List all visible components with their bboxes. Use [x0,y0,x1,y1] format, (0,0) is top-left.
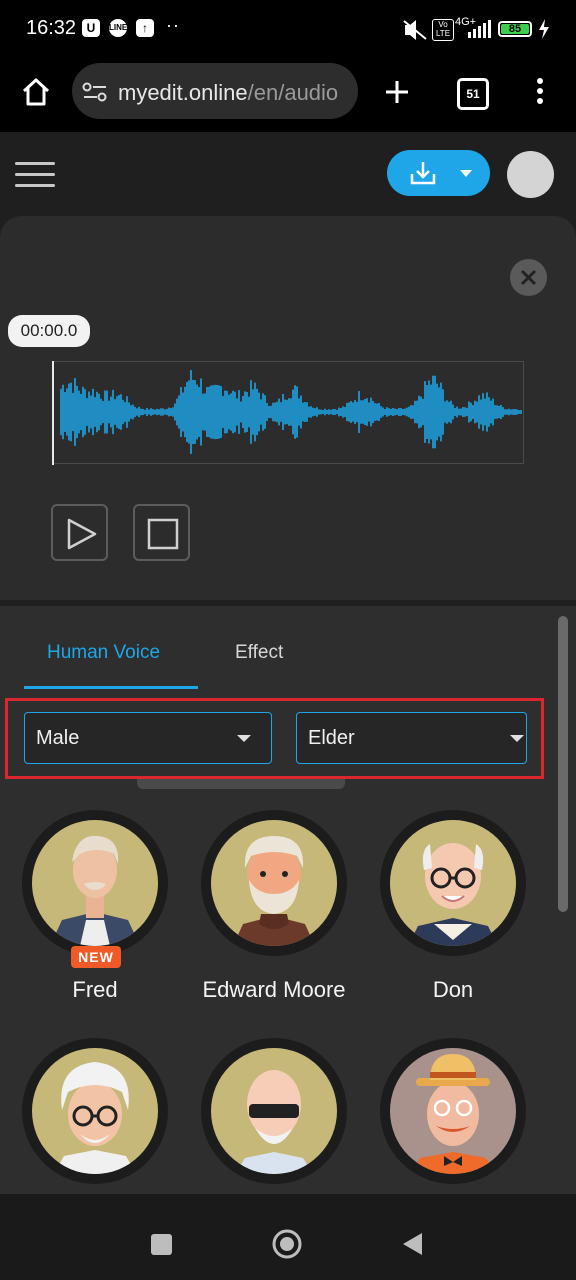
battery-icon: 85 [498,21,532,37]
new-tab-icon[interactable] [383,78,411,106]
chevron-down-icon [460,170,472,177]
charging-icon [539,19,549,39]
voice-card-edward-moore[interactable] [201,810,347,956]
voice-card-don[interactable] [380,810,526,956]
voice-4-avatar [32,1048,158,1174]
tab-effect[interactable]: Effect [235,642,283,664]
back-icon[interactable] [400,1231,424,1257]
download-icon [410,162,436,185]
voice-6-avatar [390,1048,516,1174]
app-header [0,132,576,216]
voice-name-edward-moore: Edward Moore [202,977,346,1002]
battery-level: 85 [501,24,529,35]
tab-human-voice[interactable]: Human Voice [47,642,160,664]
status-time: 16:32 [26,17,77,39]
home-button-icon[interactable] [271,1228,303,1260]
more-options-icon[interactable] [535,76,545,106]
playhead[interactable] [52,361,54,465]
waveform-graphic [60,370,522,454]
voice-card-4[interactable] [22,1038,168,1184]
edward-moore-avatar [211,820,337,946]
hamburger-menu-icon[interactable] [15,162,55,188]
highlight-box [5,698,544,779]
mute-icon [403,20,427,40]
u-icon: U [82,19,100,37]
close-icon [520,269,537,286]
upload-icon: ↑ [136,19,154,37]
signal-icon [468,20,491,38]
site-settings-icon[interactable] [82,81,108,103]
voice-card-6[interactable] [380,1038,526,1184]
url-path: /en/audio [247,80,339,105]
stop-icon [147,518,179,550]
voice-panel: Human Voice Effect Male Elder NEW Fred E… [0,606,576,1194]
audio-player-card: 00:00.0 [0,216,576,600]
play-icon [67,518,97,550]
user-avatar[interactable] [507,151,554,198]
close-button[interactable] [510,259,547,296]
voice-name-fred: Fred [72,977,118,1002]
line-icon: LINE [109,19,127,37]
volte-icon: Vo LTE [432,19,454,41]
dots-icon: ·· [166,15,180,35]
recent-apps-icon[interactable] [151,1234,172,1255]
voice-card-fred[interactable] [22,810,168,956]
url-text: myedit.online/en/audio [118,80,338,106]
current-time-tooltip: 00:00.0 [8,315,90,347]
system-nav-bar [0,1194,576,1280]
voice-5-avatar [211,1048,337,1174]
fred-avatar [32,820,158,946]
voice-name-don: Don [432,977,474,1002]
download-button[interactable] [387,150,490,196]
url-host: myedit.online [118,80,248,105]
new-badge: NEW [71,946,121,968]
stop-button[interactable] [133,504,190,561]
address-bar[interactable]: myedit.online/en/audio [72,63,358,119]
active-tab-indicator [24,686,198,689]
voice-card-5[interactable] [201,1038,347,1184]
waveform[interactable] [52,361,524,464]
don-avatar [390,820,516,946]
scrollbar[interactable] [558,616,568,912]
play-button[interactable] [51,504,108,561]
home-icon[interactable] [20,76,52,108]
browser-toolbar: myedit.online/en/audio 51 [0,60,576,132]
status-bar: 16:32 U LINE ↑ ·· Vo LTE 4G+ 85 [0,0,576,60]
tab-switcher-button[interactable]: 51 [457,78,489,110]
